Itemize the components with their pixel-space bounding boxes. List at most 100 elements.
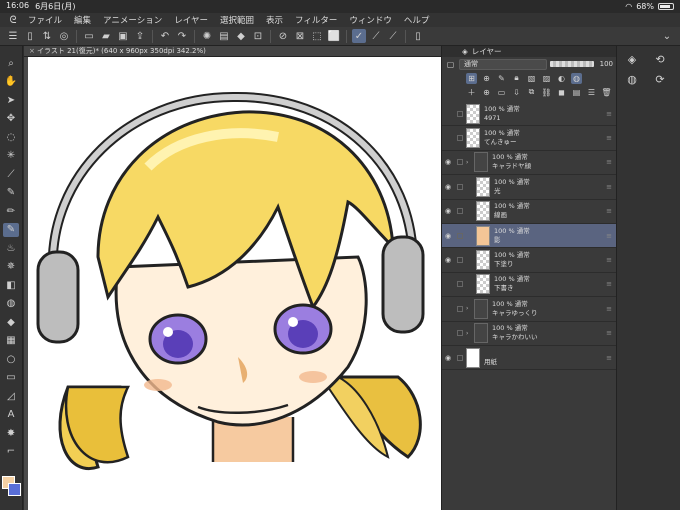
eyedropper-icon[interactable]: ⟋ xyxy=(3,167,19,181)
pen-icon[interactable]: ✎ xyxy=(3,186,19,200)
select-layer-icon[interactable]: ⬚ xyxy=(310,29,324,43)
folder-chevron-icon[interactable]: › xyxy=(466,305,474,312)
eye-icon[interactable]: ◉ xyxy=(442,158,454,166)
pen-pressure-icon[interactable]: ✓ xyxy=(352,29,366,43)
merge-down-icon[interactable]: ⇩ xyxy=(511,87,522,98)
layer-row[interactable]: ◉ 100 % 通常影 ≡ xyxy=(442,223,617,249)
layer-row[interactable]: 100 % 通常 てんきゅー ≡ xyxy=(442,126,617,151)
open-folder-icon[interactable]: ▰ xyxy=(99,29,113,43)
menu-window[interactable]: ウィンドウ xyxy=(343,14,398,26)
layer-menu-icon[interactable]: ≡ xyxy=(606,183,612,191)
layer-row[interactable]: 100 % 通常 下書き ≡ xyxy=(442,272,617,298)
ruler-snap-icon[interactable]: ⟋ xyxy=(369,29,383,43)
layer-mask-toggle-icon[interactable]: ◍ xyxy=(571,72,582,84)
layer-lock-toggle[interactable] xyxy=(454,102,466,126)
fill-icon[interactable]: ◆ xyxy=(234,29,248,43)
gradient-icon[interactable]: ▦ xyxy=(3,334,19,348)
hand-icon[interactable]: ✋ xyxy=(3,75,19,89)
loading-icon[interactable]: ✺ xyxy=(200,29,214,43)
correct-line-icon[interactable]: ⌐ xyxy=(3,445,19,459)
sync-icon[interactable]: ⇅ xyxy=(40,29,54,43)
eraser-icon[interactable]: ◧ xyxy=(3,278,19,292)
pencil-icon[interactable]: ✏ xyxy=(3,204,19,218)
layer-menu-icon[interactable]: ≡ xyxy=(606,305,612,313)
ruler-tool-icon[interactable]: ◿ xyxy=(3,389,19,403)
document-tab[interactable]: × イラスト 21(復元)* (640 x 960px 350dpi 342.2… xyxy=(24,46,441,57)
eye-icon[interactable]: ◉ xyxy=(442,207,454,215)
menu-help[interactable]: ヘルプ xyxy=(398,14,436,26)
fill-bucket-icon[interactable]: ◆ xyxy=(3,315,19,329)
device-icon[interactable]: ▯ xyxy=(411,29,425,43)
layer-row[interactable]: ◉ 100 % 通常 線画 ≡ xyxy=(442,200,617,224)
lock-transparency-icon[interactable]: ▧ xyxy=(526,73,537,84)
layer-menu-icon[interactable]: ≡ xyxy=(606,256,612,264)
blend-icon[interactable]: ◍ xyxy=(3,297,19,311)
artwork-canvas[interactable] xyxy=(28,57,441,510)
layer-row[interactable]: ◉ › 100 % 通常 キャラドヤ顔 ≡ xyxy=(442,150,617,176)
new-file-icon[interactable]: ▭ xyxy=(82,29,96,43)
mask-add-icon[interactable]: ◼ xyxy=(556,87,567,98)
layer-row[interactable]: ◉ 100 % 通常光 ≡ xyxy=(442,175,617,200)
eye-icon[interactable]: ◉ xyxy=(442,256,454,264)
draft-layer-icon[interactable]: ✎ xyxy=(496,73,507,84)
crop-icon[interactable]: ⊡ xyxy=(251,29,265,43)
layer-row[interactable]: › 100 % 通常 キャラかわいい ≡ xyxy=(442,322,617,346)
magic-wand-icon[interactable]: ✳ xyxy=(3,149,19,163)
trash-icon[interactable]: 🗑︎ xyxy=(601,87,612,98)
subtool-settings-icon[interactable]: ⟳ xyxy=(651,70,669,88)
color-swatches[interactable] xyxy=(2,476,21,500)
chevron-down-icon[interactable]: ⌄ xyxy=(660,29,674,43)
figure-icon[interactable]: ○ xyxy=(3,352,19,366)
menu-edit[interactable]: 編集 xyxy=(68,14,97,26)
menu-view[interactable]: 表示 xyxy=(260,14,289,26)
airbrush-icon[interactable]: ♨ xyxy=(3,241,19,255)
navigator-dock-icon[interactable]: ◍ xyxy=(623,70,641,88)
layer-lock-toggle[interactable] xyxy=(454,199,466,223)
layer-row[interactable]: › 100 % 通常 キャラゆっくり ≡ xyxy=(442,297,617,322)
layer-lock-toggle[interactable] xyxy=(454,272,466,296)
layer-row[interactable]: 100 % 通常 4971 ≡ xyxy=(442,102,617,127)
layer-dock-icon[interactable]: ◈ xyxy=(623,50,641,68)
layer-menu-icon[interactable]: ≡ xyxy=(606,280,612,288)
layer-lock-toggle[interactable] xyxy=(454,126,466,150)
invert-selection-icon[interactable]: ⊠ xyxy=(293,29,307,43)
layer-menu-icon[interactable]: ≡ xyxy=(606,207,612,215)
folder-chevron-icon[interactable]: › xyxy=(466,330,474,337)
ruler-icon[interactable]: ⟋ xyxy=(386,29,400,43)
menu-selection[interactable]: 選択範囲 xyxy=(214,14,260,26)
canvas-area[interactable] xyxy=(24,57,441,510)
menu-file[interactable]: ファイル xyxy=(22,14,68,26)
eye-icon[interactable]: ◉ xyxy=(442,183,454,191)
eye-icon[interactable]: ◉ xyxy=(442,354,454,362)
lock-layer-icon[interactable]: 🔒︎ xyxy=(511,73,522,84)
new-folder-icon[interactable]: ▭ xyxy=(496,87,507,98)
clip-layer-icon[interactable]: ⊞ xyxy=(466,72,477,84)
hamburger-menu-icon[interactable]: ☰ xyxy=(6,29,20,43)
menu-filter[interactable]: フィルター xyxy=(289,14,343,26)
deselect-icon[interactable]: ⊘ xyxy=(276,29,290,43)
menu-layer[interactable]: レイヤー xyxy=(168,14,214,26)
save-icon[interactable]: ▣ xyxy=(116,29,130,43)
eye-icon[interactable]: ◉ xyxy=(442,232,454,240)
layer-lock-toggle[interactable] xyxy=(454,150,466,174)
layer-menu-icon[interactable]: ≡ xyxy=(606,354,612,362)
select-all-icon[interactable]: ⬜ xyxy=(327,29,341,43)
layer-lock-toggle[interactable] xyxy=(454,297,466,321)
redo-icon[interactable]: ↷ xyxy=(175,29,189,43)
sidebar-toggle-icon[interactable]: ▯ xyxy=(23,29,37,43)
zoom-icon[interactable]: ⌕ xyxy=(3,56,19,70)
layer-row[interactable]: ◉ 用紙 ≡ xyxy=(442,346,617,371)
duplicate-icon[interactable]: ⧉ xyxy=(526,87,537,98)
layer-menu-icon[interactable]: ≡ xyxy=(606,158,612,166)
layer-menu-icon[interactable]: ≡ xyxy=(606,329,612,337)
folder-chevron-icon[interactable]: › xyxy=(466,159,474,166)
object-icon[interactable]: ➤ xyxy=(3,93,19,107)
text-icon[interactable]: A xyxy=(3,408,19,422)
mask-apply-icon[interactable]: ▤ xyxy=(571,87,582,98)
layer-lock-toggle[interactable] xyxy=(454,175,466,199)
layer-property-icon[interactable]: ▢ xyxy=(445,59,456,70)
decoration-icon[interactable]: ✵ xyxy=(3,260,19,274)
new-vector-layer-icon[interactable]: ⊕ xyxy=(481,87,492,98)
new-raster-layer-icon[interactable]: ＋ xyxy=(466,87,477,98)
balloon-icon[interactable]: ✸ xyxy=(3,426,19,440)
